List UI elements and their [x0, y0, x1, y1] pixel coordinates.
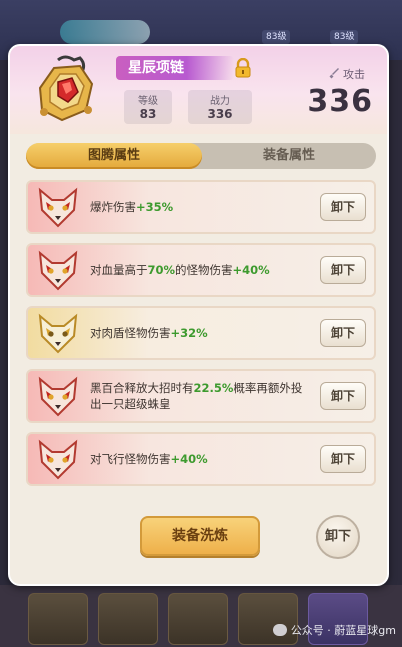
totem-row: 对血量高于70%的怪物伤害+40% 卸下: [26, 243, 376, 297]
inventory-slot: [168, 593, 228, 645]
totem-description: 黑百合释放大招时有22.5%概率再额外投出一只超级蛛皇: [90, 381, 303, 411]
unequip-item-button[interactable]: 卸下: [316, 515, 360, 559]
totem-row: 黑百合释放大招时有22.5%概率再额外投出一只超级蛛皇 卸下: [26, 369, 376, 423]
watermark: 公众号 · 蔚蓝星球gm: [272, 622, 396, 638]
panel-header: 星辰项链 等级 83 战力 336 攻击 336: [10, 46, 387, 134]
red-fox-mask-icon: [38, 250, 78, 291]
sword-icon: [329, 68, 339, 79]
totem-description: 对血量高于70%的怪物伤害+40%: [90, 263, 270, 277]
inventory-slot: [28, 593, 88, 645]
totem-row: 爆炸伤害+35% 卸下: [26, 180, 376, 234]
background-decoration: [60, 20, 150, 44]
unequip-button[interactable]: 卸下: [320, 193, 366, 221]
level-stat: 等级 83: [124, 90, 172, 124]
totem-description: 爆炸伤害+35%: [90, 200, 174, 214]
level-badge: 83级: [330, 30, 359, 44]
tab-equipment-attributes[interactable]: 装备属性: [202, 143, 376, 169]
attribute-tabs: 图腾属性 装备属性: [26, 143, 376, 169]
level-value: 83: [139, 107, 157, 121]
totem-row: 对肉盾怪物伤害+32% 卸下: [26, 306, 376, 360]
equipment-detail-panel: 星辰项链 等级 83 战力 336 攻击 336 图腾属性 装备属性 爆炸伤害+…: [8, 44, 389, 586]
red-fox-mask-icon: [38, 439, 78, 480]
inventory-slot: [98, 593, 158, 645]
necklace-icon: [38, 55, 94, 122]
lock-icon[interactable]: [234, 58, 252, 78]
level-label: 等级: [138, 96, 158, 107]
totem-row: 对飞行怪物伤害+40% 卸下: [26, 432, 376, 486]
tab-totem-attributes[interactable]: 图腾属性: [26, 143, 202, 169]
unequip-button[interactable]: 卸下: [320, 382, 366, 410]
unequip-button[interactable]: 卸下: [320, 319, 366, 347]
attack-label-group: 攻击: [328, 66, 365, 82]
attack-label: 攻击: [343, 68, 365, 81]
red-fox-mask-icon: [38, 187, 78, 228]
wechat-icon: [272, 624, 287, 636]
totem-description: 对肉盾怪物伤害+32%: [90, 326, 208, 340]
refine-equipment-button[interactable]: 装备洗炼: [140, 516, 260, 556]
totem-description: 对飞行怪物伤害+40%: [90, 452, 208, 466]
power-label: 战力: [210, 96, 230, 107]
unequip-button[interactable]: 卸下: [320, 445, 366, 473]
red-fox-mask-icon: [38, 376, 78, 417]
power-value: 336: [207, 107, 233, 121]
unequip-button[interactable]: 卸下: [320, 256, 366, 284]
attack-value: 336: [307, 84, 373, 119]
power-stat: 战力 336: [188, 90, 252, 124]
item-name: 星辰项链: [116, 56, 234, 80]
watermark-text: 公众号 · 蔚蓝星球gm: [290, 624, 396, 637]
level-badge: 83级: [262, 30, 291, 44]
gold-fox-mask-icon: [38, 313, 78, 354]
